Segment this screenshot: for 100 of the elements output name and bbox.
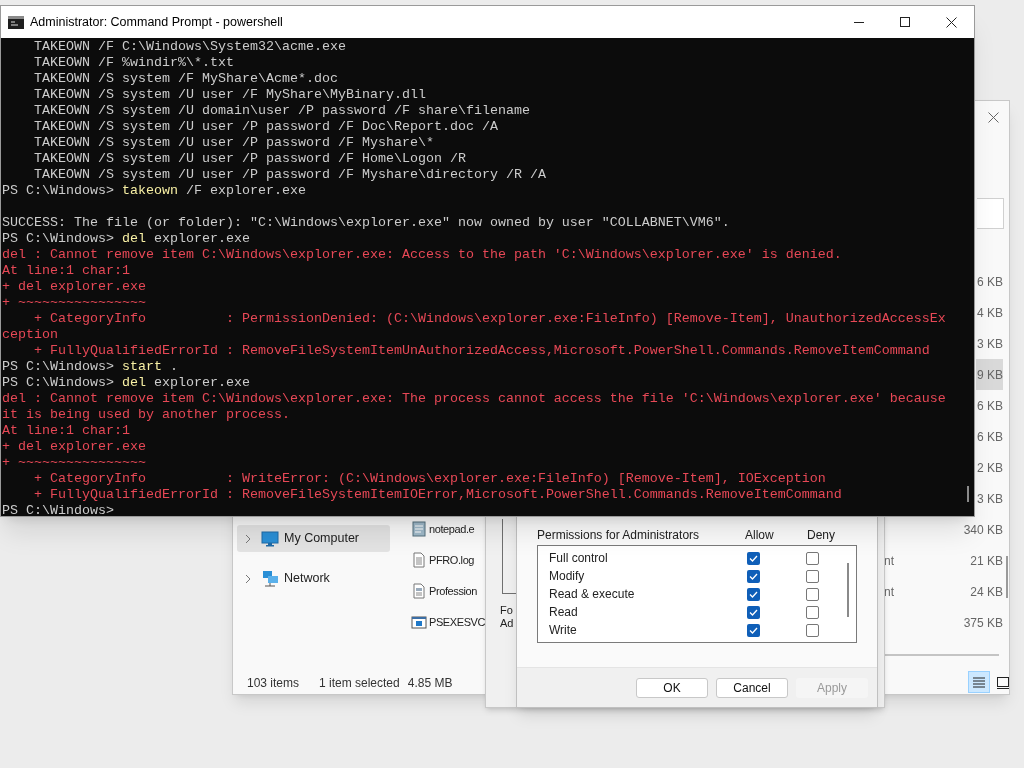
checkbox[interactable]: [747, 569, 760, 583]
chevron-icon: [245, 533, 251, 544]
prompt-text: PS C:\Windows>: [2, 375, 115, 391]
checkbox[interactable]: [747, 587, 760, 601]
command-text: del: [122, 231, 146, 247]
dialog-text: Ad: [500, 617, 514, 630]
prompt-text: PS C:\Windows>: [2, 183, 115, 199]
console-icon: [8, 15, 24, 29]
dialog-button[interactable]: OK: [636, 677, 708, 698]
dialog-text: Fo: [500, 604, 514, 617]
error-line: + del explorer.exe: [2, 279, 146, 295]
network-icon: [261, 570, 279, 587]
checkbox[interactable]: [806, 623, 819, 637]
error-line: At line:1 char:1: [2, 423, 130, 439]
error-line: del : Cannot remove item C:\Windows\explorer.exe: The process cannot access the file 'C:\Windows\explorer.exe' because: [2, 391, 946, 407]
checkbox[interactable]: [747, 623, 760, 637]
computer-icon: [261, 530, 279, 547]
document-icon: [411, 521, 427, 537]
console-line: TAKEOWN /F C:\Windows\System32\acme.exe: [33, 39, 346, 55]
console-line: TAKEOWN /S system /U user /P password /F Home\Logon /R: [33, 151, 466, 167]
permission-name: Read & execute: [549, 586, 636, 603]
checkbox[interactable]: [806, 569, 819, 583]
prompt-text: PS C:\Windows>: [2, 503, 114, 519]
error-line: + del explorer.exe: [2, 439, 146, 455]
scrollbar-thumb[interactable]: [967, 486, 969, 502]
deny-column-header: Deny: [807, 527, 835, 544]
maximize-icon: [900, 17, 910, 27]
document-icon: [411, 583, 427, 599]
file-size[interactable]: 3 KB: [977, 483, 1003, 514]
file-size[interactable]: 6 KB: [977, 390, 1003, 421]
selection-status: 1 item selected: [319, 675, 400, 692]
tile-view-icon: [996, 675, 1010, 689]
permissions-header: Permissions for Administrators: [537, 527, 701, 544]
command-arguments: explorer.exe: [152, 231, 250, 247]
permission-name: Write: [549, 622, 578, 639]
console-line: TAKEOWN /F %windir%\*.txt: [33, 55, 234, 71]
close-icon[interactable]: [988, 112, 999, 123]
document-icon: [411, 552, 427, 568]
command-text: start: [122, 359, 162, 375]
prompt-text: PS C:\Windows>: [2, 359, 115, 375]
checkbox[interactable]: [747, 605, 760, 619]
file-size[interactable]: 24 KB: [970, 576, 1003, 607]
error-line: + CategoryInfo : WriteError: (C:\Windows\explorer.exe:FileInfo) [Remove-Item], IOException: [33, 471, 826, 487]
error-line: del : Cannot remove item C:\Windows\explorer.exe: Access to the path 'C:\Windows\explorer.exe' is denied.: [2, 247, 842, 263]
console-line: TAKEOWN /S system /F MyShare\Acme*.doc: [33, 71, 338, 87]
permission-name: Read: [549, 604, 579, 621]
file-size[interactable]: 6 KB: [977, 266, 1003, 297]
checkbox[interactable]: [806, 551, 819, 565]
selection-size: 4.85 MB: [407, 675, 453, 692]
file-name: notepad.e: [429, 522, 475, 538]
command-arguments: /F explorer.exe: [184, 183, 306, 199]
file-size[interactable]: 2 KB: [977, 452, 1003, 483]
allow-column-header: Allow: [745, 527, 775, 544]
checkbox[interactable]: [806, 605, 819, 619]
search-field[interactable]: [977, 198, 1004, 229]
permission-name: Full control: [549, 550, 609, 567]
error-line: + ~~~~~~~~~~~~~~~~: [2, 295, 146, 311]
file-size[interactable]: 6 KB: [977, 421, 1003, 452]
file-size[interactable]: 4 KB: [977, 297, 1003, 328]
command-arguments: explorer.exe: [152, 375, 250, 391]
chevron-icon: [245, 573, 251, 584]
application-icon: [411, 614, 427, 630]
console-line: TAKEOWN /S system /U user /P password /F Myshare\directory /R /A: [33, 167, 546, 183]
file-type: nt: [884, 583, 894, 601]
file-size[interactable]: 375 KB: [963, 607, 1003, 638]
console-line: TAKEOWN /S system /U user /P password /F Doc\Report.doc /A: [33, 119, 498, 135]
error-line: + CategoryInfo : PermissionDenied: (C:\Windows\explorer.exe:FileInfo) [Remove-Item], UnauthorizedAccessEx: [33, 311, 946, 327]
minimize-icon: [854, 21, 864, 23]
checkbox[interactable]: [806, 587, 819, 601]
file-name: PSEXESVC: [429, 615, 486, 631]
file-type: nt: [884, 552, 894, 570]
file-size[interactable]: 21 KB: [970, 545, 1003, 576]
file-size[interactable]: 9 KB: [976, 359, 1003, 390]
error-line: ception: [2, 327, 58, 343]
command-text: takeown: [122, 183, 178, 199]
console-line: TAKEOWN /S system /U user /P password /F Myshare\*: [33, 135, 434, 151]
error-line: it is being used by another process.: [2, 407, 290, 423]
item-count: 103 items: [247, 675, 301, 692]
dialog-button[interactable]: Cancel: [716, 677, 788, 698]
error-line: + ~~~~~~~~~~~~~~~~: [2, 455, 146, 471]
checkbox[interactable]: [747, 551, 760, 565]
close-icon: [945, 16, 957, 28]
console-line: SUCCESS: The file (or folder): "C:\Windows\explorer.exe" now owned by user "COLLABNET\VM6".: [2, 215, 730, 231]
console-line: TAKEOWN /S system /U domain\user /P password /F share\filename: [33, 103, 530, 119]
window-title: Administrator: Command Prompt - powershell: [30, 13, 283, 31]
file-name: PFRO.log: [429, 553, 475, 569]
console-line: TAKEOWN /S system /U user /F MyShare\MyBinary.dll: [33, 87, 426, 103]
sidebar-item[interactable]: My Computer: [237, 525, 390, 552]
prompt-text: PS C:\Windows>: [2, 231, 115, 247]
command-arguments: .: [168, 359, 178, 375]
file-name: Profession: [429, 584, 477, 600]
permission-name: Modify: [549, 568, 586, 585]
file-size[interactable]: 340 KB: [963, 514, 1003, 545]
sidebar-item[interactable]: Network: [237, 565, 390, 592]
error-line: At line:1 char:1: [2, 263, 130, 279]
error-line: + FullyQualifiedErrorId : RemoveFileSystemItemUnAuthorizedAccess,Microsoft.PowerShell.Commands.RemoveItemCommand: [33, 343, 930, 359]
command-text: del: [122, 375, 146, 391]
error-line: + FullyQualifiedErrorId : RemoveFileSystemItemIOError,Microsoft.PowerShell.Commands.RemoveItemCommand: [33, 487, 842, 503]
list-view-icon: [972, 675, 986, 689]
file-size[interactable]: 3 KB: [977, 328, 1003, 359]
